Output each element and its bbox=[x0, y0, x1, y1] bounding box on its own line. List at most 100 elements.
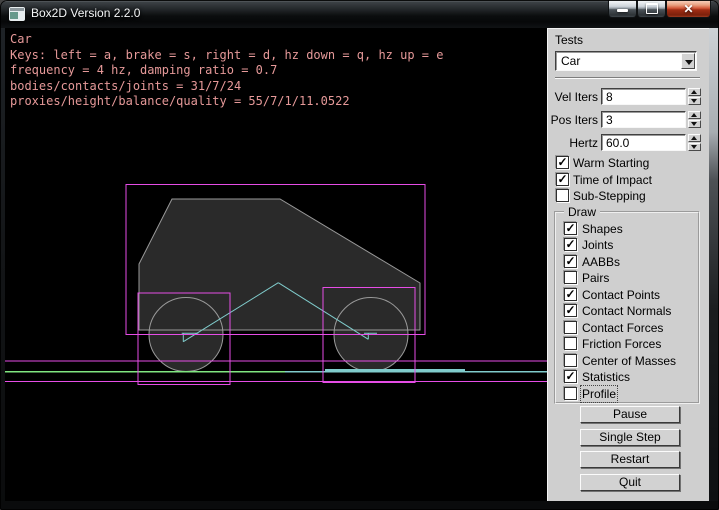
checkbox-row-joints[interactable]: ✓ Joints bbox=[556, 238, 698, 252]
minimize-icon bbox=[609, 0, 636, 17]
checkbox-label-contact-points: Contact Points bbox=[582, 288, 660, 302]
window-right-border bbox=[709, 28, 719, 501]
arrow-up-icon bbox=[691, 113, 697, 117]
checkbox-shapes[interactable]: ✓ bbox=[564, 222, 577, 235]
draw-options-group: Draw ✓Shapes✓Joints✓AABBsPairs✓Contact P… bbox=[554, 211, 700, 404]
vel-iters-row: Vel Iters bbox=[547, 88, 709, 106]
checkbox-label-center-of-masses: Center of Masses bbox=[582, 354, 676, 368]
spinner-down-button[interactable] bbox=[688, 120, 701, 128]
tests-label: Tests bbox=[555, 33, 583, 47]
stats-line: frequency = 4 hz, damping ratio = 0.7 bbox=[10, 63, 443, 79]
car-chassis-fill bbox=[139, 199, 420, 330]
separator bbox=[555, 77, 700, 79]
checkbox-contact-normals[interactable]: ✓ bbox=[564, 304, 577, 317]
checkbox-label-joints: Joints bbox=[582, 238, 613, 252]
spinner-up-button[interactable] bbox=[688, 134, 701, 142]
close-icon: ✕ bbox=[667, 0, 710, 17]
vel-iters-label: Vel Iters bbox=[547, 90, 598, 104]
chevron-down-icon bbox=[685, 60, 693, 65]
pos-iters-spinner bbox=[688, 111, 701, 128]
checkbox-row-contact-forces[interactable]: Contact Forces bbox=[556, 321, 698, 335]
tests-dropdown[interactable]: Car bbox=[555, 51, 697, 71]
app-window: Box2D Version 2.2.0 ✕ bbox=[0, 0, 719, 510]
pause-button[interactable]: Pause bbox=[580, 406, 680, 423]
checkbox-label-contact-normals: Contact Normals bbox=[582, 304, 671, 318]
checkbox-statistics[interactable]: ✓ bbox=[564, 370, 577, 383]
checkbox-row-warm-starting[interactable]: ✓ Warm Starting bbox=[547, 156, 709, 170]
checkbox-label-friction-forces: Friction Forces bbox=[582, 337, 661, 351]
debug-stats-text: CarKeys: left = a, brake = s, right = d,… bbox=[10, 32, 443, 110]
hertz-row: Hertz bbox=[547, 134, 709, 152]
quit-button[interactable]: Quit bbox=[580, 474, 680, 491]
arrow-up-icon bbox=[691, 90, 697, 94]
checkbox-label-shapes: Shapes bbox=[582, 222, 623, 236]
arrow-down-icon bbox=[691, 122, 697, 126]
minimize-button[interactable] bbox=[608, 0, 637, 18]
checkbox-profile[interactable] bbox=[564, 387, 577, 400]
arrow-up-icon bbox=[691, 136, 697, 140]
checkbox-row-friction-forces[interactable]: Friction Forces bbox=[556, 337, 698, 351]
checkbox-sub-stepping[interactable] bbox=[556, 189, 569, 202]
tests-dropdown-value: Car bbox=[561, 54, 580, 68]
checkbox-row-center-of-masses[interactable]: Center of Masses bbox=[556, 354, 698, 368]
checkbox-center-of-masses[interactable] bbox=[564, 354, 577, 367]
checkbox-label-warm-starting: Warm Starting bbox=[573, 156, 649, 170]
checkbox-row-pairs[interactable]: Pairs bbox=[556, 271, 698, 285]
checkbox-label-time-of-impact: Time of Impact bbox=[573, 173, 652, 187]
gl-viewport[interactable]: CarKeys: left = a, brake = s, right = d,… bbox=[5, 28, 547, 501]
tests-dropdown-button[interactable] bbox=[681, 53, 695, 69]
vel-iters-spinner bbox=[688, 88, 701, 105]
arrow-down-icon bbox=[691, 145, 697, 149]
checkbox-label-statistics: Statistics bbox=[582, 370, 630, 384]
hertz-input[interactable] bbox=[601, 134, 686, 151]
checkbox-aabbs[interactable]: ✓ bbox=[564, 255, 577, 268]
checkbox-row-time-of-impact[interactable]: ✓ Time of Impact bbox=[547, 173, 709, 187]
stats-line: Keys: left = a, brake = s, right = d, hz… bbox=[10, 48, 443, 64]
checkbox-row-contact-points[interactable]: ✓ Contact Points bbox=[556, 288, 698, 302]
checkbox-time-of-impact[interactable]: ✓ bbox=[556, 173, 569, 186]
stats-line: proxies/height/balance/quality = 55/7/1/… bbox=[10, 94, 443, 110]
control-panel: Tests Car Vel Iters Pos Iters He bbox=[547, 28, 709, 501]
draw-group-label: Draw bbox=[564, 205, 600, 219]
checkbox-row-sub-stepping[interactable]: Sub-Stepping bbox=[547, 189, 709, 203]
checkbox-row-contact-normals[interactable]: ✓ Contact Normals bbox=[556, 304, 698, 318]
checkbox-contact-forces[interactable] bbox=[564, 321, 577, 334]
maximize-icon bbox=[638, 0, 665, 17]
stats-line: bodies/contacts/joints = 31/7/24 bbox=[10, 79, 443, 95]
window-title: Box2D Version 2.2.0 bbox=[31, 6, 140, 20]
app-icon-titlebar-stripe bbox=[10, 8, 24, 11]
pos-iters-input[interactable] bbox=[601, 111, 686, 128]
title-bar[interactable]: Box2D Version 2.2.0 ✕ bbox=[0, 0, 719, 28]
app-icon-pane bbox=[10, 12, 18, 19]
checkbox-label-profile: Profile bbox=[582, 387, 616, 401]
hertz-label: Hertz bbox=[547, 136, 598, 150]
app-icon bbox=[9, 7, 25, 21]
spinner-down-button[interactable] bbox=[688, 97, 701, 105]
single-step-button[interactable]: Single Step bbox=[580, 429, 680, 446]
checkbox-row-shapes[interactable]: ✓ Shapes bbox=[556, 222, 698, 236]
checkbox-joints[interactable]: ✓ bbox=[564, 238, 577, 251]
checkbox-contact-points[interactable]: ✓ bbox=[564, 288, 577, 301]
spinner-up-button[interactable] bbox=[688, 88, 701, 96]
spinner-up-button[interactable] bbox=[688, 111, 701, 119]
checkbox-label-contact-forces: Contact Forces bbox=[582, 321, 663, 335]
hertz-spinner bbox=[688, 134, 701, 151]
restart-button[interactable]: Restart bbox=[580, 451, 680, 468]
checkbox-label-pairs: Pairs bbox=[582, 271, 609, 285]
checkbox-friction-forces[interactable] bbox=[564, 337, 577, 350]
spinner-down-button[interactable] bbox=[688, 143, 701, 151]
checkbox-row-statistics[interactable]: ✓ Statistics bbox=[556, 370, 698, 384]
close-button[interactable]: ✕ bbox=[666, 0, 711, 18]
checkbox-warm-starting[interactable]: ✓ bbox=[556, 156, 569, 169]
checkbox-row-aabbs[interactable]: ✓ AABBs bbox=[556, 255, 698, 269]
stats-line: Car bbox=[10, 32, 443, 48]
checkbox-label-sub-stepping: Sub-Stepping bbox=[573, 189, 646, 203]
checkbox-row-profile[interactable]: Profile bbox=[556, 387, 698, 401]
checkbox-pairs[interactable] bbox=[564, 271, 577, 284]
maximize-button[interactable] bbox=[637, 0, 666, 18]
checkbox-label-aabbs: AABBs bbox=[582, 255, 620, 269]
arrow-down-icon bbox=[691, 99, 697, 103]
pos-iters-row: Pos Iters bbox=[547, 111, 709, 129]
vel-iters-input[interactable] bbox=[601, 88, 686, 105]
pos-iters-label: Pos Iters bbox=[547, 113, 598, 127]
